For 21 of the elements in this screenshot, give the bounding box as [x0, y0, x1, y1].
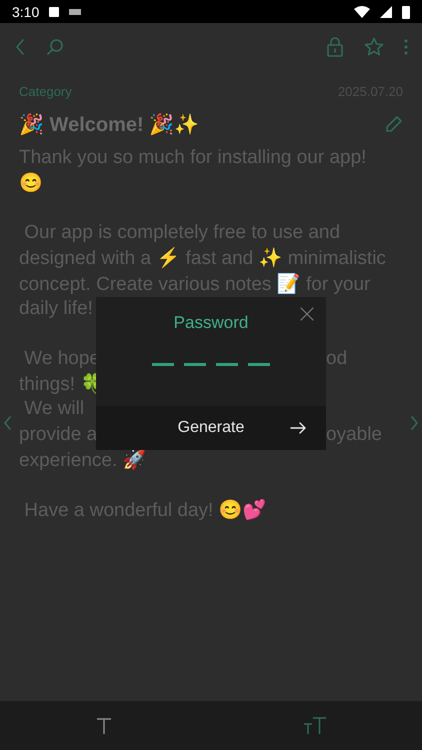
lock-icon[interactable] [326, 37, 344, 57]
clock: 3:10 [12, 4, 40, 20]
back-icon[interactable] [14, 38, 26, 56]
more-icon[interactable] [404, 39, 408, 55]
note-title: 🎉 Welcome! 🎉✨ [19, 112, 200, 136]
wifi-icon [354, 6, 370, 18]
signal-icon [380, 6, 392, 18]
star-icon[interactable] [364, 37, 384, 57]
close-button[interactable] [298, 305, 316, 323]
previous-icon[interactable] [4, 416, 12, 430]
next-icon[interactable] [410, 416, 418, 430]
arrow-right-icon [290, 422, 306, 434]
edit-icon[interactable] [385, 115, 403, 133]
text-size-icon [302, 716, 326, 734]
generate-button[interactable]: Generate [96, 406, 326, 450]
search-icon[interactable] [46, 38, 64, 56]
note-text: 😊 [19, 172, 43, 195]
text-icon [96, 716, 112, 734]
close-icon [300, 307, 314, 321]
dialog-title: Password [174, 313, 248, 333]
battery-icon [402, 4, 410, 18]
